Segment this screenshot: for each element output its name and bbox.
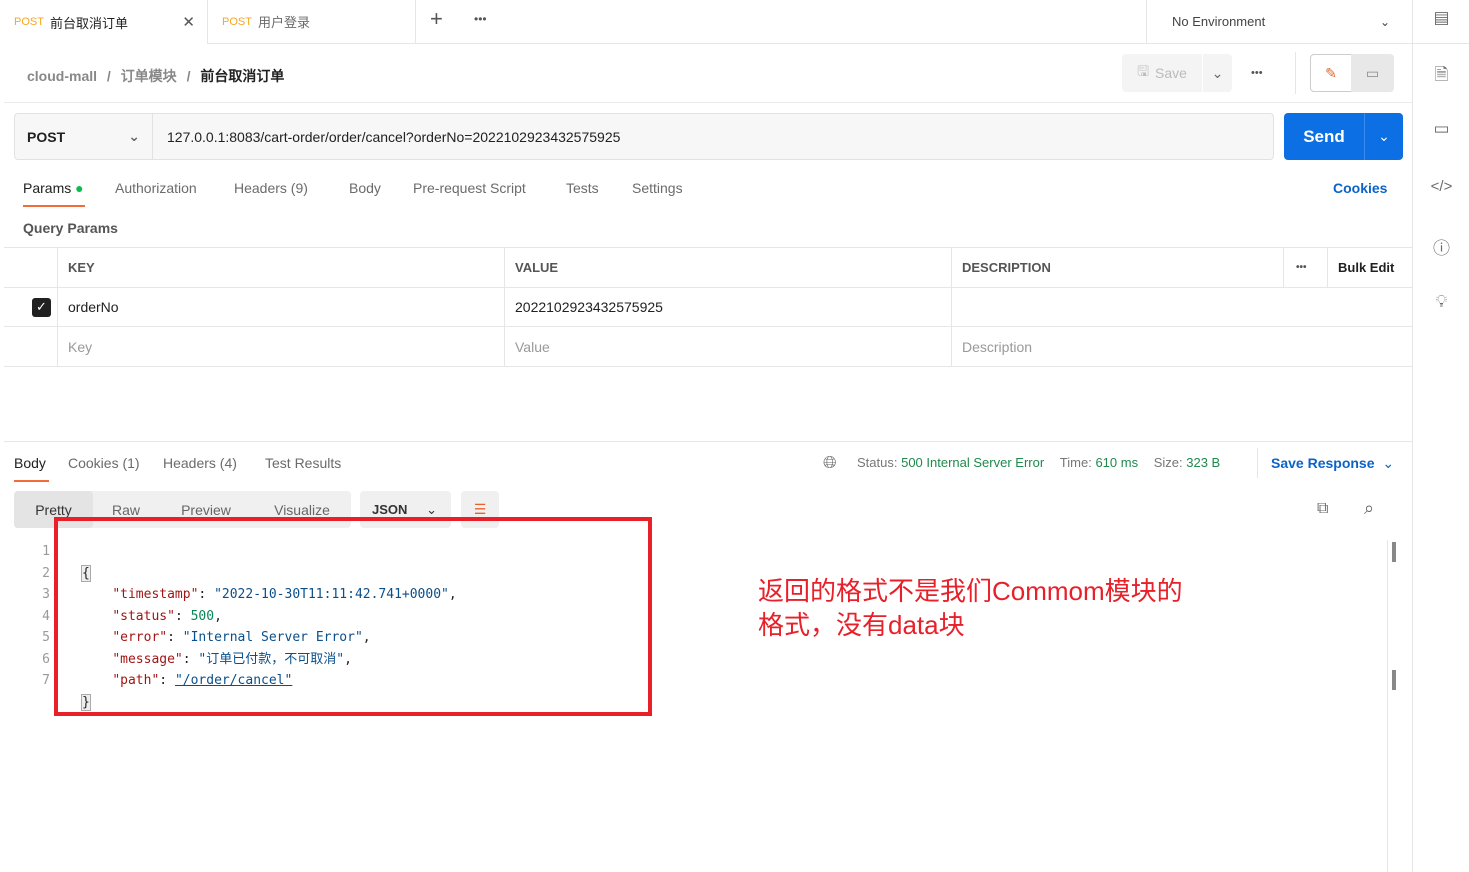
method-select[interactable]: POST ⌄	[15, 114, 153, 159]
search-icon[interactable]: ⌕	[1364, 498, 1374, 519]
edit-icon[interactable]: ✎	[1310, 54, 1352, 92]
save-response-button[interactable]: Save Response ⌄	[1271, 455, 1394, 472]
param-value[interactable]: 2022102923432575925	[505, 288, 952, 326]
table-header: KEY VALUE DESCRIPTION ••• Bulk Edit	[4, 247, 1412, 288]
tab-body[interactable]: Body	[349, 180, 381, 196]
chevron-down-icon: ⌄	[1379, 14, 1390, 29]
tab-title: 用户登录	[257, 15, 310, 30]
send-button[interactable]: Send	[1284, 113, 1364, 160]
response-tab-headers[interactable]: Headers (4)	[163, 455, 237, 471]
time-value[interactable]: 610 ms	[1095, 455, 1138, 470]
comment-icon[interactable]: ▭	[1351, 54, 1394, 92]
checkbox-checked[interactable]: ✓	[32, 297, 51, 317]
chevron-down-icon: ⌄	[128, 128, 140, 144]
breadcrumb-folder[interactable]: 订单模块	[121, 68, 177, 84]
tab-bar: POST 前台取消订单 ✕ POST 用户登录 + ••• No Environ…	[0, 0, 1412, 44]
send-dropdown-icon[interactable]: ⌄	[1364, 113, 1403, 160]
key-input[interactable]: Key	[58, 327, 505, 366]
url-input[interactable]: 127.0.0.1:8083/cart-order/order/cancel?o…	[153, 114, 1273, 159]
param-key[interactable]: orderNo	[58, 288, 505, 326]
format-value: JSON	[372, 502, 408, 517]
tab-params[interactable]: Params ●	[23, 180, 85, 207]
value-input[interactable]: Value	[505, 327, 952, 366]
scrollbar-marker	[1392, 670, 1396, 690]
column-key: KEY	[58, 248, 505, 287]
annotation-line: 返回的格式不是我们Commom模块的	[758, 576, 1183, 606]
tab-headers[interactable]: Headers (9)	[234, 180, 308, 196]
tab-label: Body	[14, 455, 46, 471]
column-description: DESCRIPTION	[952, 248, 1284, 287]
info-icon[interactable]: ⓘ	[1413, 234, 1469, 259]
tab-settings[interactable]: Settings	[632, 180, 683, 196]
size-value[interactable]: 323 B	[1186, 455, 1220, 470]
save-label: Save	[1155, 65, 1187, 81]
environment-select[interactable]: No Environment ⌄	[1146, 0, 1412, 43]
lightbulb-icon[interactable]: 💡︎	[1413, 292, 1469, 312]
response-tab-test-results[interactable]: Test Results	[265, 455, 341, 471]
request-tab-active[interactable]: POST 前台取消订单 ✕	[0, 0, 208, 44]
environment-label: No Environment	[1172, 14, 1266, 29]
status-label: Status:	[857, 455, 898, 470]
annotation-highlight-box	[54, 517, 652, 716]
right-sidebar: ▤ 🗎 ▭ </> ⓘ 💡︎	[1412, 0, 1469, 872]
annotation-text: 返回的格式不是我们Commom模块的 格式，没有data块	[758, 574, 1183, 642]
save-button[interactable]: 🖫 Save	[1122, 54, 1202, 92]
send-button-group: Send ⌄	[1284, 113, 1403, 160]
method-value: POST	[27, 128, 66, 145]
tab-authorization[interactable]: Authorization	[115, 180, 197, 196]
breadcrumb-collection[interactable]: cloud-mall	[27, 68, 97, 84]
response-tab-body[interactable]: Body	[14, 455, 49, 482]
save-dropdown[interactable]: ⌄	[1203, 54, 1232, 92]
scrollbar-thumb[interactable]	[1392, 542, 1396, 562]
active-dot: ●	[75, 180, 84, 196]
table-row-empty: Key Value Description	[4, 327, 1412, 367]
more-icon[interactable]: •••	[1251, 67, 1263, 79]
request-tab[interactable]: POST 用户登录	[208, 0, 416, 43]
tab-tests[interactable]: Tests	[566, 180, 599, 196]
method-label: POST	[222, 15, 252, 28]
response-meta: Status: 500 Internal Server Error Time: …	[857, 455, 1220, 470]
comments-icon[interactable]: ▭	[1413, 119, 1469, 139]
url-bar: POST ⌄ 127.0.0.1:8083/cart-order/order/c…	[14, 113, 1274, 160]
table-row: ✓ orderNo 2022102923432575925	[4, 288, 1412, 327]
bulk-edit-button[interactable]: Bulk Edit	[1328, 248, 1412, 287]
code-icon[interactable]: </>	[1413, 178, 1469, 195]
param-description[interactable]	[952, 288, 1412, 326]
chevron-down-icon: ⌄	[426, 501, 437, 517]
cookies-link[interactable]: Cookies	[1333, 180, 1387, 196]
tab-label: Params	[23, 180, 72, 196]
column-value: VALUE	[505, 248, 952, 287]
size-label: Size:	[1153, 455, 1183, 470]
response-tab-cookies[interactable]: Cookies (1)	[68, 455, 140, 471]
chevron-down-icon: ⌄	[1382, 455, 1395, 471]
close-icon[interactable]: ✕	[182, 13, 195, 31]
time-label: Time:	[1059, 455, 1092, 470]
breadcrumb: cloud-mall / 订单模块 / 前台取消订单	[27, 68, 285, 84]
tab-pre-request-script[interactable]: Pre-request Script	[413, 180, 526, 196]
save-response-label: Save Response	[1271, 455, 1375, 471]
status-value[interactable]: 500 Internal Server Error	[901, 455, 1044, 470]
copy-icon[interactable]: ⧉	[1317, 500, 1328, 518]
annotation-line: 格式，没有data块	[758, 610, 965, 640]
line-numbers: 1234567	[42, 544, 50, 688]
breadcrumb-request: 前台取消订单	[200, 68, 285, 84]
scrollbar-track[interactable]	[1387, 540, 1388, 872]
documentation-icon[interactable]: 🗎	[1413, 62, 1469, 91]
tab-title: 前台取消订单	[49, 15, 128, 31]
query-params-title: Query Params	[23, 220, 118, 236]
more-icon[interactable]: •••	[1284, 248, 1328, 287]
more-icon[interactable]: •••	[474, 12, 487, 26]
description-input[interactable]: Description	[952, 327, 1412, 366]
globe-icon: 🌐︎	[823, 453, 837, 472]
save-icon: 🖫	[1137, 63, 1149, 79]
plus-icon[interactable]: +	[430, 6, 443, 32]
method-label: POST	[14, 16, 44, 28]
environment-quick-look-icon[interactable]: ▤	[1413, 8, 1469, 28]
